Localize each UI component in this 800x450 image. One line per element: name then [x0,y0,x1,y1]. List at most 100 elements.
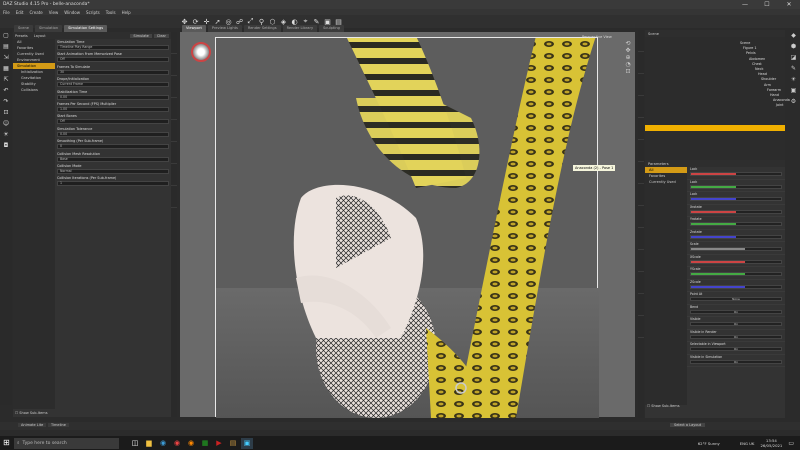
dock-tab[interactable] [638,250,644,272]
menu-window[interactable]: Window [64,10,80,15]
media-icon[interactable]: ▶ [213,438,225,449]
render-frame[interactable]: Anaconda (2) - Pose 1 [215,36,616,418]
param-category[interactable]: Currently Used [645,179,687,185]
param-row[interactable]: Scale [687,242,785,255]
camera-cube-icon[interactable] [191,42,211,62]
maximize-button[interactable]: ☐ [756,0,778,9]
daz-studio-icon[interactable]: ▣ [241,437,253,449]
property-field[interactable]: Base [57,156,169,162]
property-field[interactable]: 0 [57,144,169,150]
param-row[interactable]: Lock [687,167,785,180]
tab-timeline[interactable]: Timeline [48,423,69,427]
property-field[interactable]: Off [57,119,169,125]
property-field[interactable]: Current Frame [57,82,169,88]
shape-icon[interactable]: ⬢ [791,41,796,52]
param-row[interactable]: Point At None [687,292,785,305]
dock-tab[interactable] [638,96,644,118]
firefox-icon[interactable]: ◉ [185,438,197,449]
menu-scripts[interactable]: Scripts [86,10,100,15]
param-row[interactable]: Visible in Simulation On [687,355,785,367]
param-row[interactable]: Yrotate [687,217,785,230]
tab-simulation-settings[interactable]: Simulation Settings [64,25,108,32]
dock-tab[interactable] [171,54,177,76]
menu-file[interactable]: File [3,10,10,15]
dock-tab[interactable] [171,32,177,54]
windows-start-icon[interactable]: ⊞ [3,438,10,447]
spreadsheet-icon[interactable]: ▦ [199,438,211,449]
dock-tab[interactable] [171,120,177,142]
param-row[interactable]: Bend On [687,305,785,317]
param-row[interactable]: Visible On [687,317,785,330]
surface-icon[interactable]: ◪ [791,52,797,63]
frame-view-icon[interactable]: ⊡ [625,68,630,75]
property-field[interactable]: Timeline Play Range [57,45,169,50]
property-field[interactable]: 0.00 [57,94,169,100]
dock-tab[interactable] [171,186,177,208]
lights-icon[interactable]: ☀ [791,74,796,85]
dock-tab[interactable] [638,140,644,162]
layout-select[interactable]: Select a Layout [670,423,706,427]
dock-tab[interactable] [171,98,177,120]
tab-sculpting[interactable]: Sculpting [319,25,344,32]
menu-view[interactable]: View [49,10,59,15]
tab-render-library[interactable]: Render Library [282,25,318,32]
render-right-icon[interactable]: ▣ [791,85,797,96]
dock-tab[interactable] [638,30,644,52]
param-row[interactable]: Lock [687,180,785,192]
redo-icon[interactable]: ↷ [0,96,12,107]
menu-edit[interactable]: Edit [16,10,24,15]
menu-help[interactable]: Help [122,10,131,15]
layout-tab[interactable]: Layout [34,34,46,38]
param-row[interactable]: Zrotate [687,230,785,242]
dock-tab[interactable] [638,272,644,294]
new-scene-icon[interactable]: ▢ [0,30,12,41]
param-row[interactable]: Lock [687,192,785,205]
notifications-icon[interactable]: ▭ [788,440,794,447]
dock-tab[interactable] [638,184,644,206]
brush-icon[interactable]: ✎ [791,63,796,74]
dock-tab[interactable] [638,206,644,228]
export-icon[interactable]: ⇱ [0,74,12,85]
bank-icon[interactable]: ◔ [625,61,630,68]
chrome-icon[interactable]: ◉ [171,438,183,449]
figure-icon[interactable]: ☺ [0,118,12,129]
property-field[interactable]: 30 [57,69,169,75]
menu-create[interactable]: Create [29,10,42,15]
presets-tab[interactable]: Presets [15,34,28,38]
tab-simulation[interactable]: Simulation [34,25,63,32]
minimize-button[interactable]: — [734,0,756,9]
property-field[interactable]: 1.00 [57,106,169,112]
dock-tab[interactable] [171,76,177,98]
edge-icon[interactable]: ◉ [157,438,169,449]
param-row[interactable]: Xrotate [687,205,785,217]
category-item[interactable]: Collisions [13,87,55,93]
dock-tab[interactable] [638,52,644,74]
file-explorer-icon[interactable]: ▆ [143,438,155,449]
dock-tab[interactable] [638,74,644,96]
viewport-camera-label[interactable]: Perspective View [582,35,612,39]
dock-tab[interactable] [638,162,644,184]
task-view-icon[interactable]: ◫ [129,438,141,449]
save-icon[interactable]: ▦ [0,63,12,74]
property-field[interactable]: 1 [57,181,169,187]
property-field[interactable]: Normal [57,168,169,174]
dock-tab[interactable] [171,164,177,186]
dock-tab[interactable] [638,294,644,316]
param-row[interactable]: Visible in Render On [687,330,785,342]
show-sub-items-checkbox[interactable]: ☐ Show Sub-Items [15,411,48,415]
param-row[interactable]: ZScale [687,280,785,292]
language-indicator[interactable]: ENG UK [740,441,755,446]
tab-viewport[interactable]: Viewport [182,25,206,32]
tab-animate-lite[interactable]: Animate Lite [18,423,47,427]
undo-icon[interactable]: ↶ [0,85,12,96]
frame-icon[interactable]: ⊡ [0,107,12,118]
dock-tab[interactable] [171,142,177,164]
param-row[interactable]: YScale [687,267,785,280]
simulate-button[interactable]: Simulate [130,33,152,38]
dock-tab[interactable] [638,228,644,250]
dock-tab[interactable] [638,118,644,140]
property-field[interactable]: Off [57,57,169,63]
pan-icon[interactable]: ✥ [625,47,630,54]
param-row[interactable]: Selectable in Viewport On [687,342,785,355]
camera-icon[interactable]: ◘ [0,140,12,151]
